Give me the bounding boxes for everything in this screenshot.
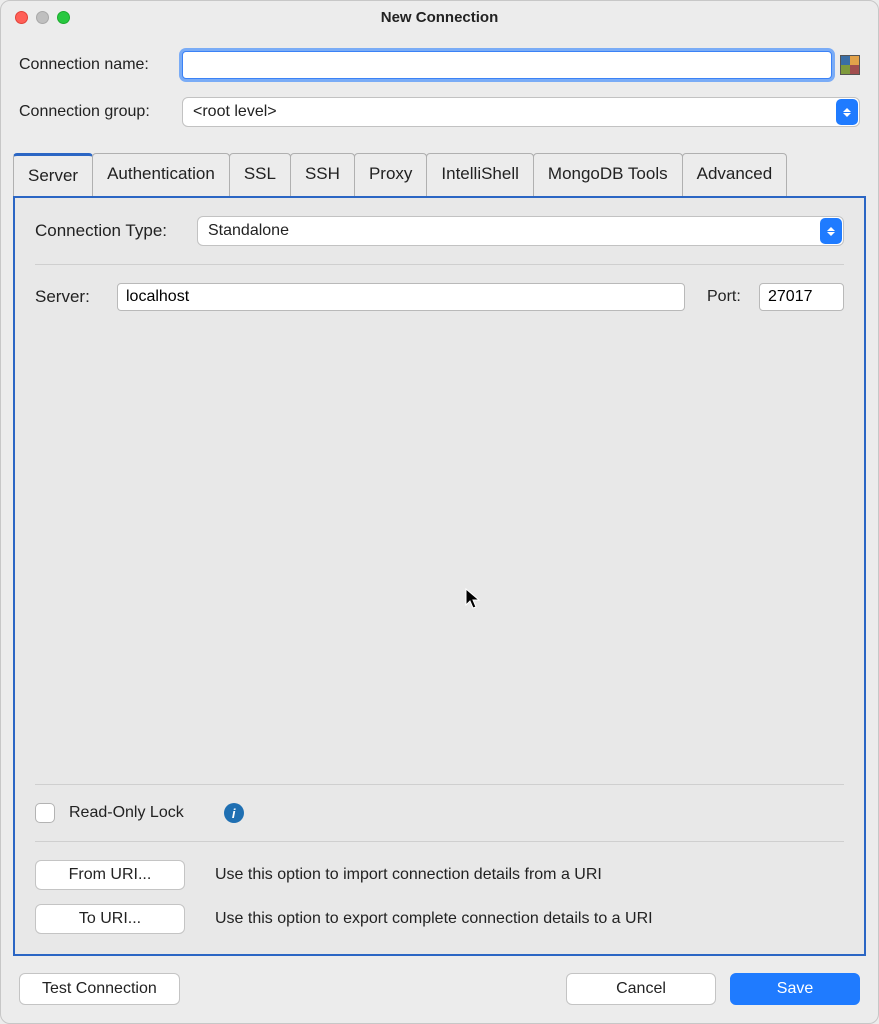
divider — [35, 264, 844, 265]
tab-advanced[interactable]: Advanced — [682, 153, 788, 196]
connection-name-label: Connection name: — [19, 56, 174, 74]
chevron-up-down-icon — [820, 218, 842, 244]
color-picker-icon[interactable] — [840, 55, 860, 75]
window-title: New Connection — [1, 9, 878, 26]
connection-name-input[interactable] — [182, 51, 832, 79]
read-only-checkbox[interactable] — [35, 803, 55, 823]
info-icon[interactable]: i — [224, 803, 244, 823]
test-connection-button[interactable]: Test Connection — [19, 973, 180, 1005]
read-only-label: Read-Only Lock — [69, 804, 184, 822]
connection-group-label: Connection group: — [19, 103, 174, 121]
from-uri-desc: Use this option to import connection det… — [215, 866, 602, 884]
header-form: Connection name: Connection group: <root… — [1, 33, 878, 153]
tabbar: Server Authentication SSL SSH Proxy Inte… — [13, 153, 866, 196]
to-uri-desc: Use this option to export complete conne… — [215, 910, 653, 928]
connection-type-value: Standalone — [197, 216, 844, 246]
server-label: Server: — [35, 287, 105, 307]
tab-intellishell[interactable]: IntelliShell — [426, 153, 534, 196]
server-input[interactable] — [117, 283, 685, 311]
tab-server[interactable]: Server — [13, 153, 93, 196]
cancel-button[interactable]: Cancel — [566, 973, 716, 1005]
chevron-up-down-icon — [836, 99, 858, 125]
port-label: Port: — [707, 288, 747, 306]
from-uri-button[interactable]: From URI... — [35, 860, 185, 890]
connection-type-label: Connection Type: — [35, 221, 185, 241]
to-uri-button[interactable]: To URI... — [35, 904, 185, 934]
connection-type-select[interactable]: Standalone — [197, 216, 844, 246]
tab-ssl[interactable]: SSL — [229, 153, 291, 196]
cursor-icon — [465, 588, 481, 616]
dialog-footer: Test Connection Cancel Save — [19, 973, 860, 1005]
tab-mongodb-tools[interactable]: MongoDB Tools — [533, 153, 683, 196]
tab-proxy[interactable]: Proxy — [354, 153, 427, 196]
tab-authentication[interactable]: Authentication — [92, 153, 230, 196]
connection-group-select[interactable]: <root level> — [182, 97, 860, 127]
titlebar: New Connection — [1, 1, 878, 33]
connection-group-value: <root level> — [182, 97, 860, 127]
divider — [35, 784, 844, 785]
tab-panel-server: Connection Type: Standalone Server: Port… — [13, 196, 866, 956]
divider — [35, 841, 844, 842]
save-button[interactable]: Save — [730, 973, 860, 1005]
port-input[interactable] — [759, 283, 844, 311]
tab-ssh[interactable]: SSH — [290, 153, 355, 196]
